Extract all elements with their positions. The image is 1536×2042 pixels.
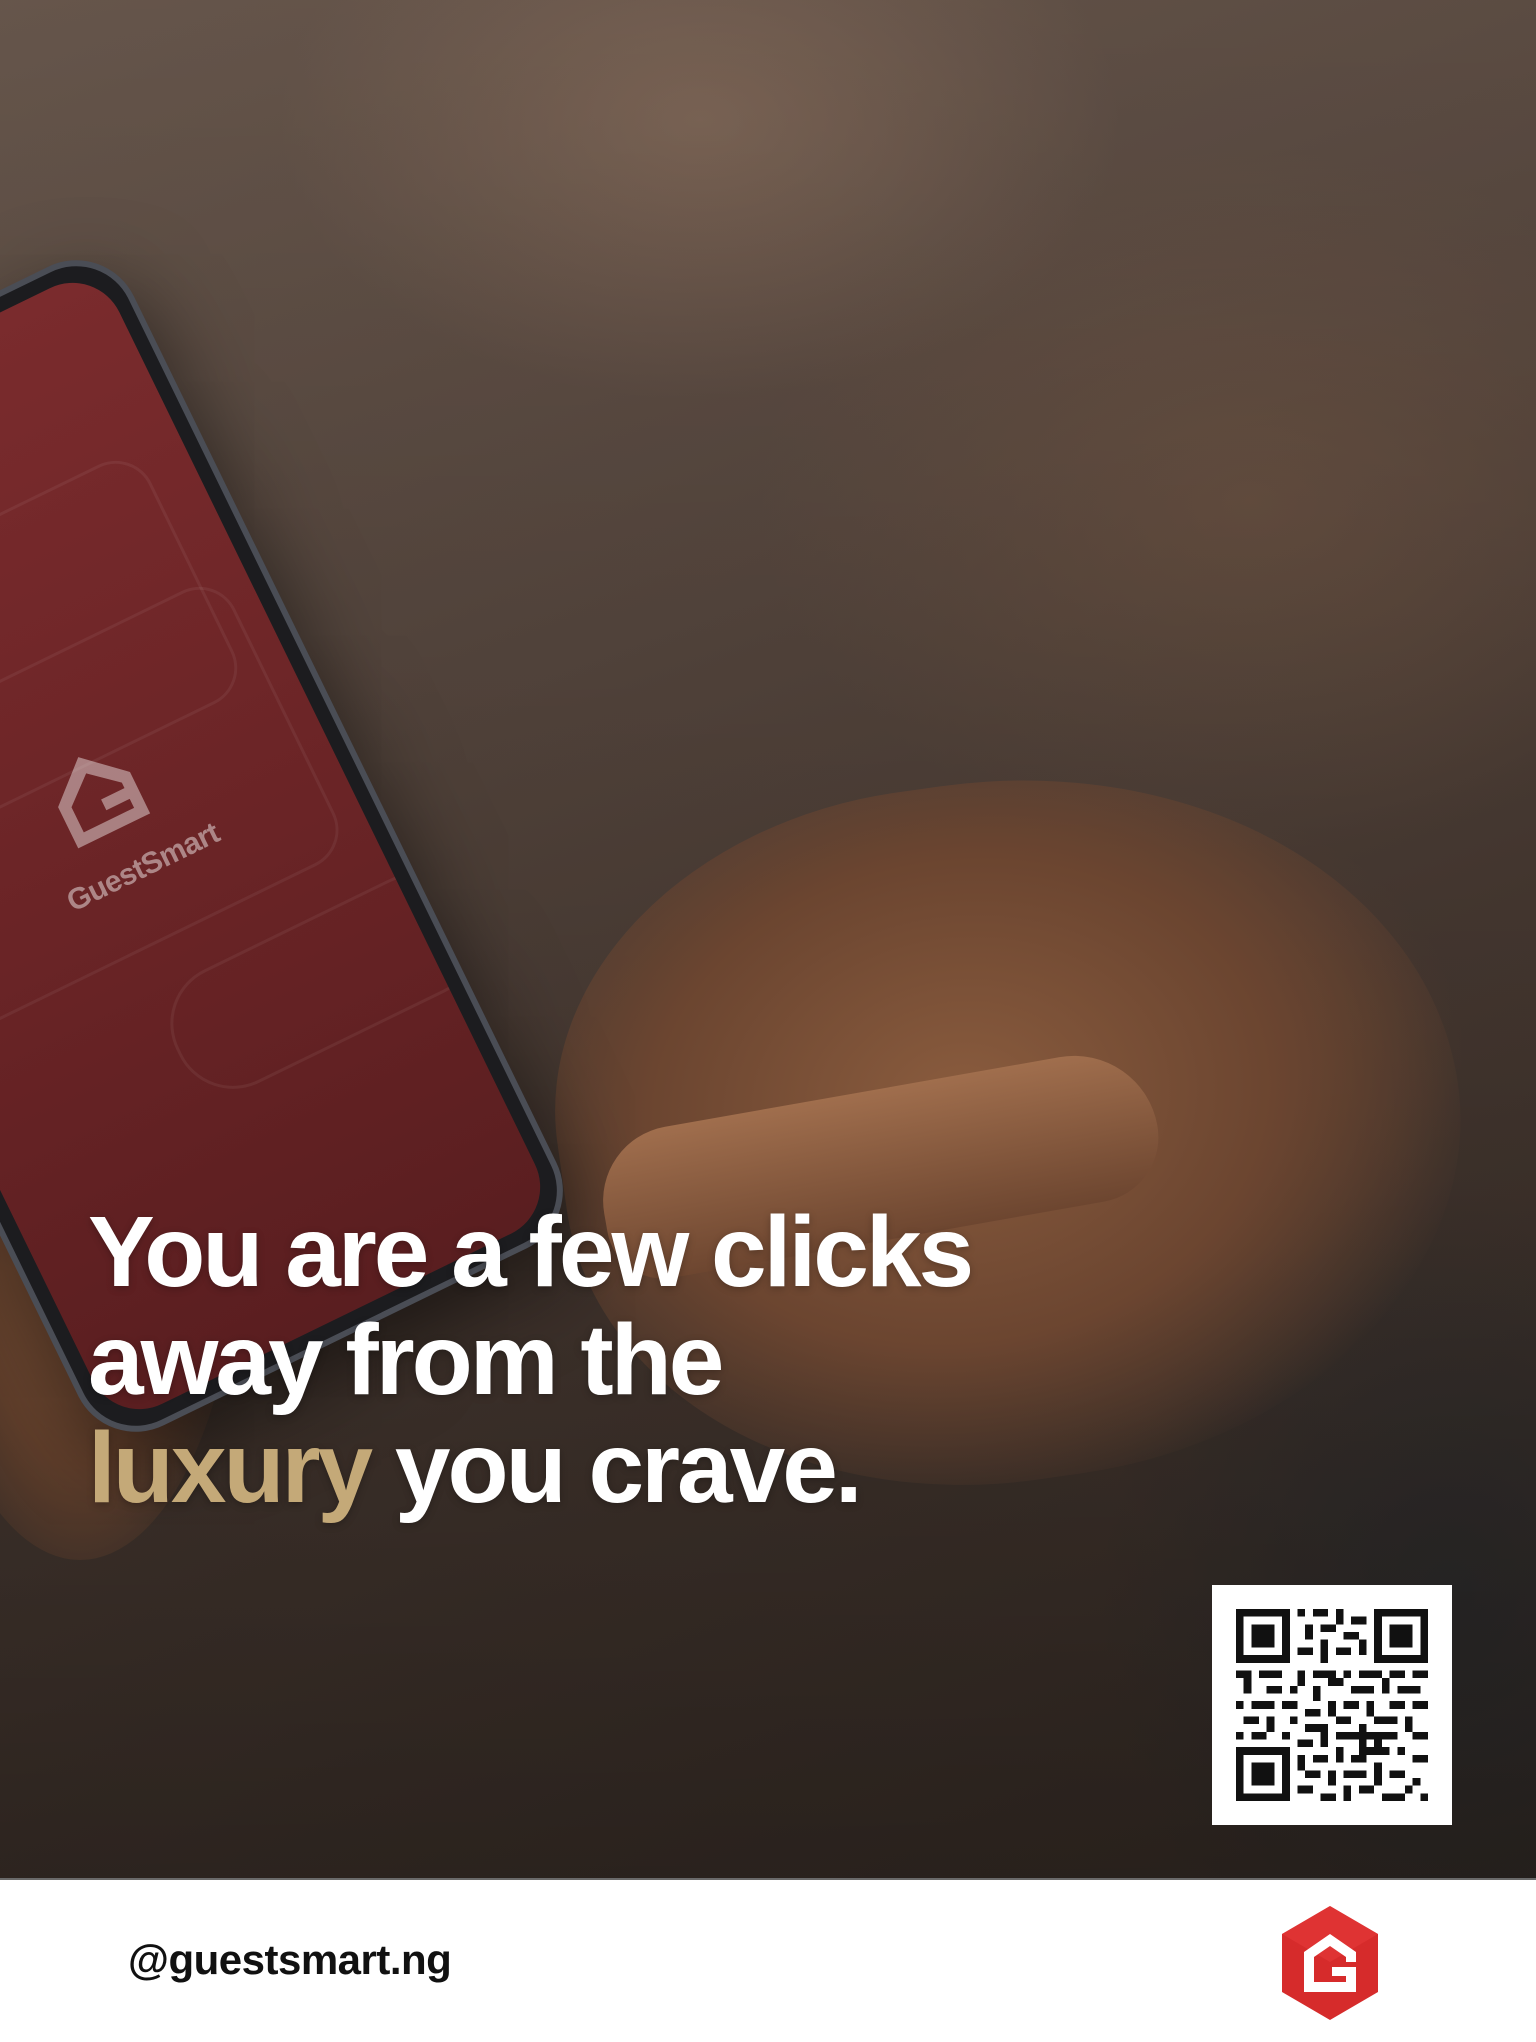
headline: You are a few clicks away from the luxur…	[88, 1196, 974, 1522]
qr-code-icon	[1236, 1609, 1428, 1801]
headline-accent-word: luxury	[88, 1412, 373, 1524]
headline-line-1: You are a few clicks	[88, 1196, 974, 1308]
footer-bar: @guestsmart.ng	[0, 1878, 1536, 2042]
qr-code[interactable]	[1212, 1585, 1452, 1825]
headline-line-3-rest: you crave.	[370, 1412, 863, 1524]
guestsmart-logo-icon	[1282, 1906, 1378, 2020]
social-handle[interactable]: @guestsmart.ng	[128, 1936, 452, 1984]
poster: GuestSmart You are a few clicks away fro…	[0, 0, 1536, 2042]
headline-line-3: luxury you crave.	[88, 1414, 971, 1522]
headline-line-2: away from the	[88, 1304, 724, 1416]
